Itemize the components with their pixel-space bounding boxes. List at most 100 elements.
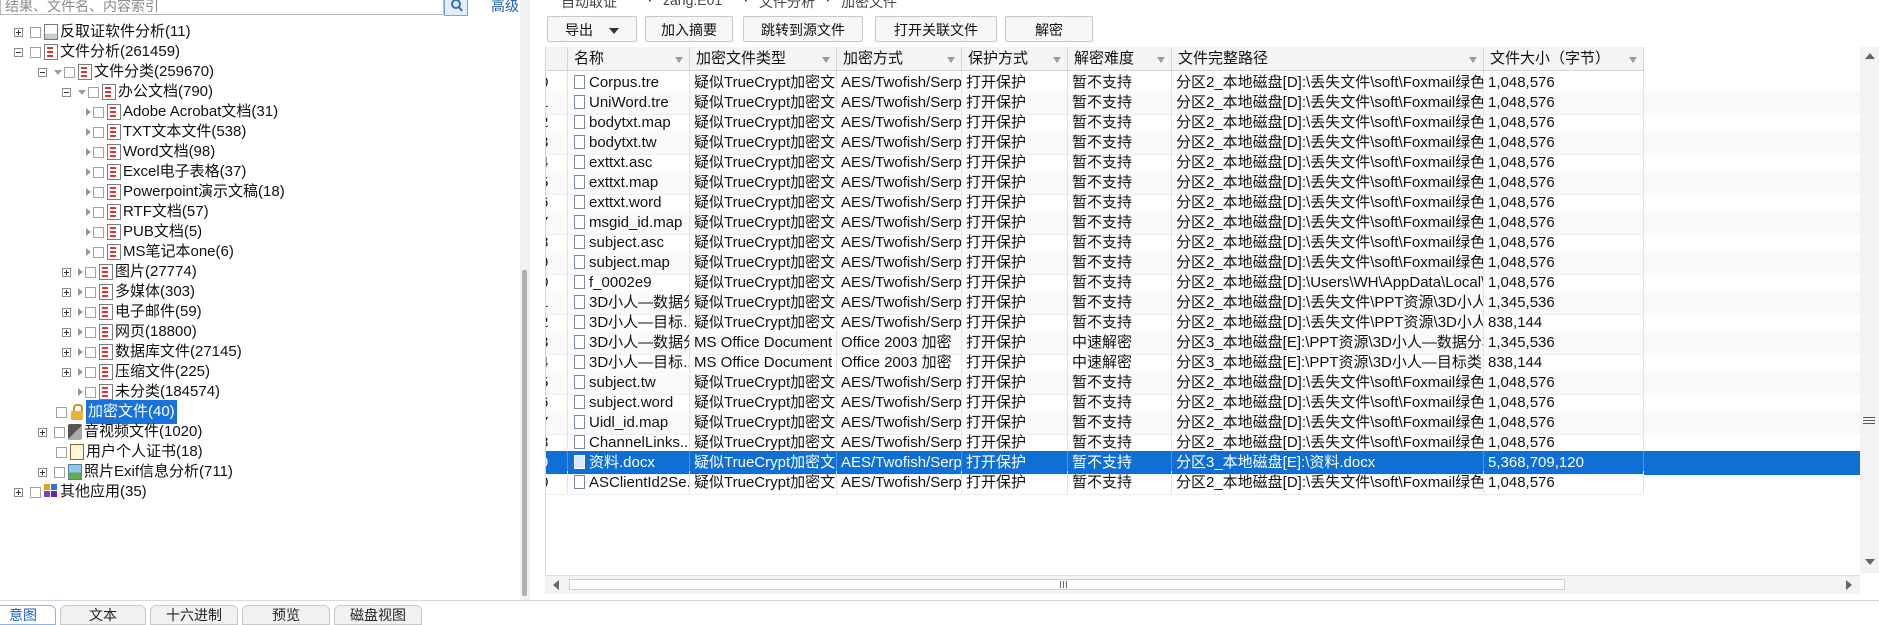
tab-text[interactable]: 文本 xyxy=(60,605,146,625)
tree-checkbox[interactable] xyxy=(85,266,96,278)
tree-checkbox[interactable] xyxy=(85,346,96,358)
col-name-header[interactable]: 名称 xyxy=(568,47,690,71)
expand-icon[interactable] xyxy=(14,27,23,37)
tree-checkbox[interactable] xyxy=(54,426,65,438)
table-row[interactable]: 0 ASClientId2Se...疑似TrueCrypt加密文件AES/Twof… xyxy=(546,471,1861,495)
tree-scroll-thumb[interactable] xyxy=(522,270,527,596)
expand-icon[interactable] xyxy=(62,267,71,277)
tree-checkbox[interactable] xyxy=(93,186,104,198)
tree-checkbox[interactable] xyxy=(93,206,104,218)
expand-icon[interactable] xyxy=(62,287,71,297)
col-full-path-header[interactable]: 文件完整路径 xyxy=(1172,47,1484,71)
tree-checkbox[interactable] xyxy=(64,66,75,78)
cell-text: AES/Twofish/Serp... xyxy=(841,374,962,391)
tab-preview[interactable]: 预览 xyxy=(242,605,330,625)
expand-icon[interactable] xyxy=(62,347,71,357)
decrypt-button[interactable]: 解密 xyxy=(1005,16,1093,42)
breadcrumb-item[interactable]: 自动取证 xyxy=(561,0,617,12)
expand-icon[interactable] xyxy=(62,367,71,377)
tree-checkbox[interactable] xyxy=(88,86,99,98)
tree-checkbox[interactable] xyxy=(93,166,104,178)
collapse-icon[interactable] xyxy=(62,87,71,97)
chevron-right-icon[interactable] xyxy=(86,128,91,137)
table-horizontal-scrollbar[interactable] xyxy=(545,575,1860,594)
filter-icon[interactable] xyxy=(675,57,683,63)
chevron-right-icon[interactable] xyxy=(86,228,91,237)
filter-icon[interactable] xyxy=(1629,57,1637,63)
horizontal-scroll-thumb[interactable] xyxy=(569,579,1565,590)
chevron-right-icon[interactable] xyxy=(78,268,83,277)
search-button[interactable] xyxy=(444,0,468,16)
scroll-down-icon[interactable] xyxy=(1865,559,1875,565)
col-difficulty-header[interactable]: 解密难度 xyxy=(1068,47,1172,71)
breadcrumb-item[interactable]: 加密文件 xyxy=(841,0,897,12)
tree-checkbox[interactable] xyxy=(56,446,67,458)
tree-checkbox[interactable] xyxy=(85,286,96,298)
chevron-right-icon[interactable] xyxy=(86,108,91,117)
tree-node[interactable]: 其他应用(35) xyxy=(14,480,147,504)
chevron-right-icon[interactable] xyxy=(86,208,91,217)
export-dropdown-button[interactable]: 导出 xyxy=(547,16,637,42)
collapse-icon[interactable] xyxy=(14,47,23,57)
chevron-right-icon[interactable] xyxy=(78,308,83,317)
collapse-icon[interactable] xyxy=(38,67,47,77)
chevron-right-icon[interactable] xyxy=(86,148,91,157)
tab-hex[interactable]: 十六进制 xyxy=(150,605,238,625)
col-encryption-method-header[interactable]: 加密方式 xyxy=(837,47,962,71)
scroll-grip-icon[interactable] xyxy=(1863,417,1875,425)
goto-source-button[interactable]: 跳转到源文件 xyxy=(743,16,863,42)
table-vertical-scrollbar[interactable] xyxy=(1860,47,1879,573)
expand-icon[interactable] xyxy=(38,467,47,477)
breadcrumb-item[interactable]: 文件分析 xyxy=(759,0,815,12)
chevron-right-icon[interactable] xyxy=(78,388,83,397)
filter-icon[interactable] xyxy=(822,57,830,63)
chevron-down-icon[interactable] xyxy=(78,89,86,95)
tree-checkbox[interactable] xyxy=(30,486,41,498)
tree-checkbox[interactable] xyxy=(93,246,104,258)
tree-checkbox[interactable] xyxy=(56,406,67,418)
document-icon xyxy=(107,224,121,241)
cell-text: 1,345,536 xyxy=(1488,334,1555,351)
chevron-right-icon[interactable] xyxy=(86,188,91,197)
chevron-right-icon[interactable] xyxy=(78,368,83,377)
chevron-right-icon[interactable] xyxy=(78,328,83,337)
tree-checkbox[interactable] xyxy=(85,366,96,378)
filter-icon[interactable] xyxy=(947,57,955,63)
filter-icon[interactable] xyxy=(1053,57,1061,63)
tree-checkbox[interactable] xyxy=(30,26,41,38)
tree-checkbox[interactable] xyxy=(85,386,96,398)
scroll-left-icon[interactable] xyxy=(553,580,559,590)
tree-checkbox[interactable] xyxy=(93,106,104,118)
open-related-button[interactable]: 打开关联文件 xyxy=(875,16,997,42)
tab-disk-view[interactable]: 磁盘视图 xyxy=(334,605,422,625)
expand-icon[interactable] xyxy=(62,307,71,317)
tree-checkbox[interactable] xyxy=(93,226,104,238)
col-protection-header[interactable]: 保护方式 xyxy=(962,47,1068,71)
tree-checkbox[interactable] xyxy=(85,306,96,318)
expand-icon[interactable] xyxy=(62,327,71,337)
search-input[interactable]: 结果、文件名、内容索引 xyxy=(0,0,444,15)
chevron-right-icon[interactable] xyxy=(78,288,83,297)
tree-checkbox[interactable] xyxy=(85,326,96,338)
tree-checkbox[interactable] xyxy=(30,46,41,58)
expand-icon[interactable] xyxy=(38,427,47,437)
col-encrypted-type-header[interactable]: 加密文件类型 xyxy=(690,47,837,71)
chevron-down-icon[interactable] xyxy=(54,69,62,75)
tree-checkbox[interactable] xyxy=(93,146,104,158)
tab-intent[interactable]: 意图 xyxy=(0,605,56,625)
tree-checkbox[interactable] xyxy=(54,466,65,478)
chevron-right-icon[interactable] xyxy=(78,348,83,357)
col-file-size-header[interactable]: 文件大小（字节） xyxy=(1484,47,1644,71)
chevron-right-icon[interactable] xyxy=(86,168,91,177)
scroll-up-icon[interactable] xyxy=(1865,53,1875,59)
filter-icon[interactable] xyxy=(1469,57,1477,63)
tree-checkbox[interactable] xyxy=(93,126,104,138)
cell-text: 打开保护 xyxy=(966,114,1027,131)
filter-icon[interactable] xyxy=(1157,57,1165,63)
add-summary-button[interactable]: 加入摘要 xyxy=(645,16,733,42)
chevron-right-icon[interactable] xyxy=(86,248,91,257)
breadcrumb-item[interactable]: zang.E01 xyxy=(663,0,722,8)
scroll-right-icon[interactable] xyxy=(1846,580,1852,590)
expand-icon[interactable] xyxy=(14,487,23,497)
advanced-search-link[interactable]: 高级 xyxy=(491,0,519,16)
